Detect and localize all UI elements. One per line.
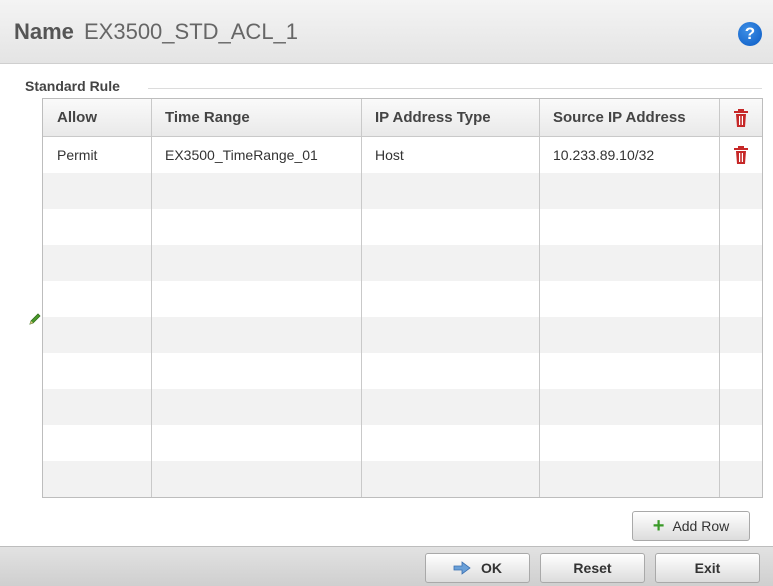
source-ip-cell: 10.233.89.10/32 — [553, 147, 655, 163]
reset-label: Reset — [573, 560, 612, 576]
trash-icon — [733, 146, 748, 164]
reset-button[interactable]: Reset — [540, 553, 645, 583]
pencil-icon[interactable] — [28, 312, 42, 326]
acl-name-value: EX3500_STD_ACL_1 — [84, 19, 299, 44]
dialog-header: Name EX3500_STD_ACL_1 ? — [0, 0, 773, 64]
time-range-cell: EX3500_TimeRange_01 — [165, 147, 318, 163]
trash-icon — [733, 108, 748, 127]
help-icon[interactable]: ? — [738, 22, 762, 46]
ip-address-type-cell: Host — [375, 147, 404, 163]
exit-button[interactable]: Exit — [655, 553, 760, 583]
column-header-time-range[interactable]: Time Range — [151, 99, 361, 136]
section-title: Standard Rule — [25, 78, 120, 94]
column-divider — [719, 99, 720, 497]
dialog-footer: OK Reset Exit — [0, 546, 773, 586]
standard-rule-table: Permit EX3500_TimeRange_01 Host 10.233.8… — [42, 98, 763, 498]
row-delete-button[interactable] — [719, 137, 762, 173]
exit-label: Exit — [694, 560, 721, 576]
column-divider — [361, 99, 362, 497]
delete-all-button[interactable] — [719, 99, 762, 136]
plus-icon: + — [652, 515, 665, 537]
section-divider — [148, 88, 762, 89]
allow-cell: Permit — [57, 147, 98, 163]
name-label: Name — [14, 19, 74, 44]
column-header-ip-address-type[interactable]: IP Address Type — [361, 99, 539, 136]
column-header-allow[interactable]: Allow — [43, 99, 151, 136]
add-row-button[interactable]: + Add Row — [632, 511, 750, 541]
arrow-right-icon — [453, 561, 471, 575]
column-header-source-ip[interactable]: Source IP Address — [539, 99, 719, 136]
column-divider — [539, 99, 540, 497]
add-row-label: Add Row — [672, 518, 730, 534]
ok-label: OK — [481, 560, 502, 576]
ok-button[interactable]: OK — [425, 553, 530, 583]
column-divider — [151, 99, 152, 497]
